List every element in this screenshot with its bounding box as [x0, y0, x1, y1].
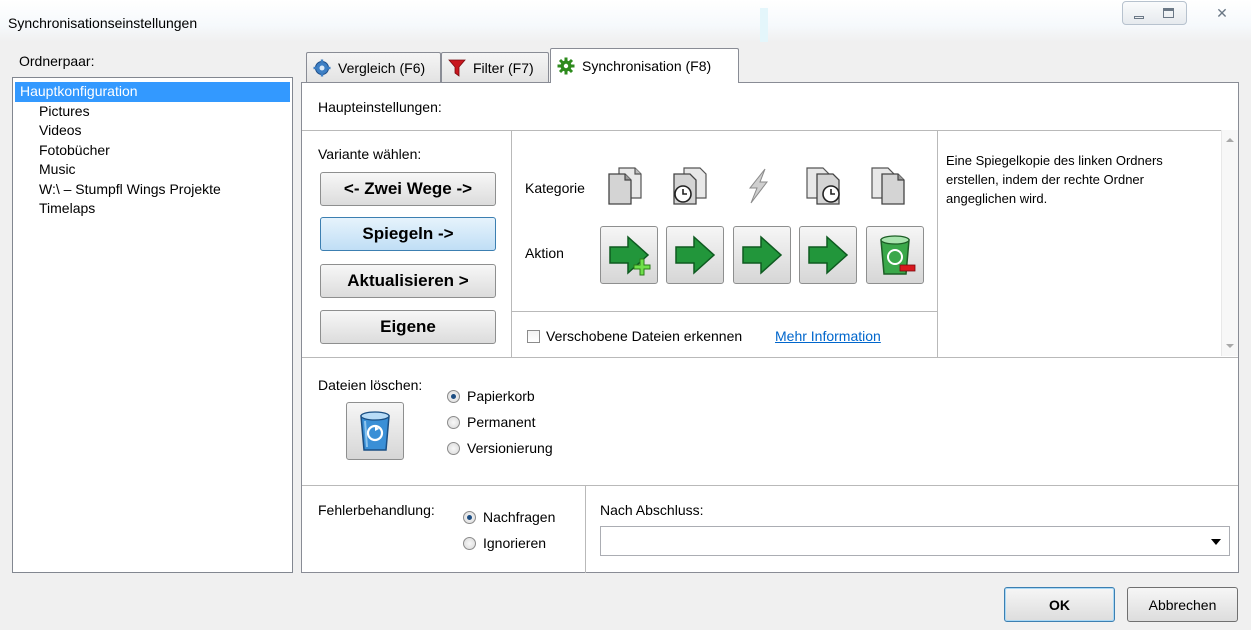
action-update-right-button[interactable] [666, 226, 724, 284]
delete-recycle-radio[interactable] [447, 390, 460, 403]
delete-permanent-label: Permanent [467, 414, 536, 430]
divider [302, 357, 1238, 358]
tab-filter[interactable]: Filter (F7) [441, 52, 549, 82]
tab-vergleich-label: Vergleich (F6) [338, 59, 426, 76]
description-line-2: erstellen, indem der rechte Ordner [946, 172, 1144, 187]
tab-filter-label: Filter (F7) [473, 59, 534, 76]
chevron-down-icon[interactable] [1211, 539, 1221, 545]
minimize-button[interactable] [1126, 2, 1152, 24]
divider [302, 130, 1238, 131]
title-glow [760, 8, 768, 42]
tab-synchronisation-label: Synchronisation (F8) [582, 58, 712, 74]
main-settings-heading: Haupteinstellungen: [318, 99, 442, 115]
variant-two-way-button[interactable]: <- Zwei Wege -> [320, 172, 496, 206]
cancel-button[interactable]: Abbrechen [1127, 587, 1238, 622]
list-item-hauptkonfiguration[interactable]: Hauptkonfiguration [15, 82, 290, 102]
list-item-videos[interactable]: Videos [13, 121, 292, 141]
recycle-bin-icon [360, 411, 390, 451]
maximize-button[interactable] [1155, 2, 1181, 24]
update-right-arrow-icon [675, 235, 716, 275]
action-update-right-button[interactable] [733, 226, 791, 284]
gear-blue-icon [313, 59, 331, 77]
file-left-newer-icon [670, 165, 710, 207]
tab-synchronisation[interactable]: Synchronisation (F8) [550, 48, 739, 83]
list-item-timelaps[interactable]: Timelaps [13, 199, 292, 219]
delete-permanent-radio[interactable] [447, 416, 460, 429]
variant-update-button[interactable]: Aktualisieren > [320, 264, 496, 298]
maximize-icon [1162, 8, 1174, 18]
divider [937, 130, 938, 357]
error-ask-radio[interactable] [463, 511, 476, 524]
tab-vergleich[interactable]: Vergleich (F6) [306, 52, 441, 82]
description-line-1: Eine Spiegelkopie des linken Ordners [946, 153, 1163, 168]
funnel-icon [448, 59, 466, 77]
more-info-link[interactable]: Mehr Information [775, 328, 881, 344]
delete-versioning-label: Versionierung [467, 440, 553, 456]
ok-button[interactable]: OK [1004, 587, 1115, 622]
after-completion-combo[interactable] [600, 526, 1230, 556]
window-title: Synchronisationseinstellungen [8, 15, 198, 31]
error-ignore-label: Ignorieren [483, 535, 547, 551]
recycle-bin-button[interactable] [346, 402, 404, 460]
title-bar: Synchronisationseinstellungen ✕ [0, 0, 1251, 42]
error-ask-label: Nachfragen [483, 509, 556, 525]
delete-files-label: Dateien löschen: [318, 377, 423, 393]
file-different-icon [738, 165, 778, 207]
list-item-music[interactable]: Music [13, 160, 292, 180]
description-scrollbar[interactable] [1221, 130, 1238, 356]
create-right-arrow-icon [609, 235, 651, 276]
minimize-icon [1134, 15, 1144, 19]
action-update-right-button[interactable] [799, 226, 857, 284]
file-right-only-icon [868, 165, 908, 207]
detect-moved-label: Verschobene Dateien erkennen [546, 328, 743, 344]
action-label: Aktion [525, 245, 564, 261]
update-right-arrow-icon [808, 235, 849, 275]
after-completion-label: Nach Abschluss: [600, 502, 704, 518]
divider [511, 130, 512, 357]
scroll-up-icon[interactable] [1226, 138, 1234, 142]
action-create-right-button[interactable] [600, 226, 658, 284]
folder-pair-label: Ordnerpaar: [19, 53, 95, 69]
divider [585, 485, 586, 573]
variant-label: Variante wählen: [318, 146, 422, 162]
list-item-fotobuecher[interactable]: Fotobücher [13, 141, 292, 161]
file-right-newer-icon [803, 165, 843, 207]
update-right-arrow-icon [742, 235, 783, 275]
action-delete-right-button[interactable] [866, 226, 924, 284]
detect-moved-checkbox[interactable] [527, 330, 540, 343]
error-ignore-radio[interactable] [463, 537, 476, 550]
folder-pair-list[interactable]: Hauptkonfiguration Pictures Videos Fotob… [12, 77, 293, 573]
file-left-only-icon [605, 165, 645, 207]
delete-right-icon [880, 235, 916, 275]
delete-recycle-label: Papierkorb [467, 388, 535, 404]
divider [302, 485, 1238, 486]
close-button[interactable]: ✕ [1207, 2, 1237, 24]
variant-mirror-button[interactable]: Spiegeln -> [320, 217, 496, 251]
list-item-stumpfl-wings[interactable]: W:\ – Stumpfl Wings Projekte [13, 180, 292, 200]
delete-versioning-radio[interactable] [447, 442, 460, 455]
description-line-3: angeglichen wird. [946, 191, 1048, 206]
divider [511, 311, 937, 312]
scroll-down-icon[interactable] [1226, 344, 1234, 348]
category-label: Kategorie [525, 180, 585, 196]
list-item-pictures[interactable]: Pictures [13, 102, 292, 122]
gear-green-icon [557, 57, 575, 75]
variant-custom-button[interactable]: Eigene [320, 310, 496, 344]
error-handling-label: Fehlerbehandlung: [318, 502, 435, 518]
